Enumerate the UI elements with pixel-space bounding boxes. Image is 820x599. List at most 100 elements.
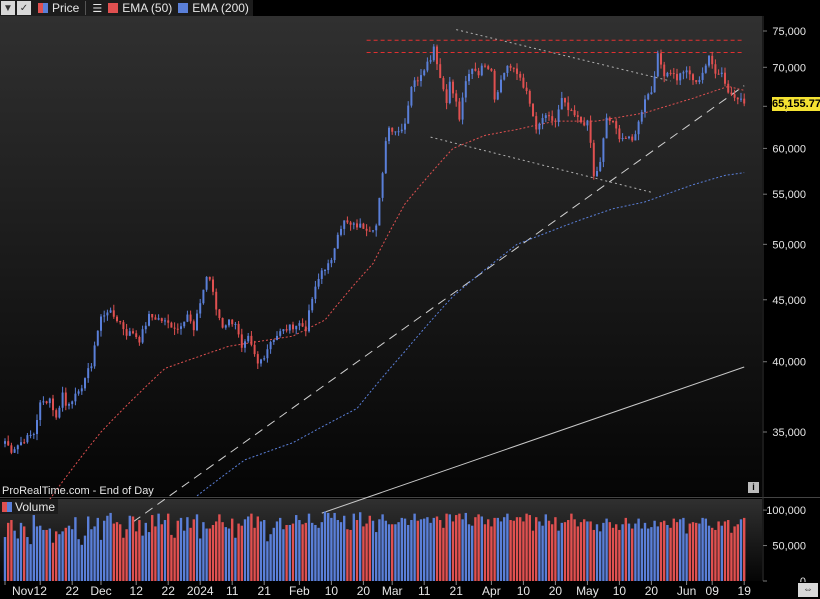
x-tick-label: Feb [289, 584, 310, 598]
candle-body [452, 81, 454, 94]
candle-body [570, 110, 573, 112]
candle-body [327, 263, 330, 271]
candle-body [410, 86, 413, 106]
candle-body [186, 314, 189, 322]
volume-bar [615, 524, 618, 581]
volume-bar [349, 529, 352, 581]
volume-bar [58, 534, 61, 581]
candle-body [375, 225, 378, 231]
candle-body [557, 109, 560, 122]
volume-bar [295, 515, 298, 581]
menu-icon[interactable]: ▼ [1, 1, 15, 15]
volume-bar [698, 523, 701, 581]
candle-body [573, 110, 576, 116]
candle-body [74, 393, 77, 402]
candle-body [317, 278, 320, 287]
volume-bar [304, 522, 307, 581]
volume-bar [106, 515, 109, 581]
x-tick-label: Apr [482, 584, 501, 598]
candle-body [39, 402, 42, 421]
volume-bar [231, 518, 234, 581]
candle-body [615, 121, 618, 129]
chart-legend: ▼ ✓ Price ☰ EMA (50) EMA (200) [0, 0, 253, 16]
volume-bar [179, 517, 183, 581]
candle-body [535, 116, 538, 130]
candle-body [576, 115, 579, 117]
candle-body [698, 79, 701, 83]
candle-body [26, 435, 29, 443]
x-tick-label: 2024 [187, 584, 214, 598]
candle-body [493, 70, 496, 100]
volume-bar [506, 513, 509, 581]
scroll-arrows-icon[interactable]: ⇔ [798, 583, 818, 597]
volume-bar [35, 526, 39, 581]
volume-bar [266, 541, 269, 581]
candle-body [599, 161, 602, 172]
volume-bar [288, 524, 291, 581]
volume-bar [365, 523, 368, 581]
candle-body [445, 89, 448, 103]
indicators-list-icon[interactable]: ☰ [92, 2, 102, 15]
volume-bar [723, 521, 727, 581]
legend-ema200[interactable]: EMA (200) [178, 1, 249, 15]
candle-body [701, 72, 704, 80]
volume-bar [477, 514, 480, 581]
volume-bar [311, 522, 314, 581]
volume-bar [605, 518, 608, 581]
candle-body [157, 318, 160, 320]
candle-body [10, 445, 13, 453]
expand-icon[interactable]: ✓ [17, 1, 31, 15]
volume-bar [381, 514, 384, 581]
legend-ema50[interactable]: EMA (50) [108, 1, 172, 15]
candle-body [656, 53, 659, 77]
candle-body [506, 65, 509, 73]
volume-bar [90, 529, 93, 581]
candle-body [100, 316, 102, 331]
volume-bar [320, 522, 323, 581]
volume-bar [672, 518, 675, 581]
candle-body [631, 136, 634, 141]
candle-body [388, 127, 390, 142]
candle-body [349, 222, 352, 225]
candle-body [666, 72, 669, 77]
volume-bar [240, 525, 243, 581]
y-tick-label: 75,000 [772, 26, 806, 38]
candle-body [7, 441, 10, 446]
candle-body [96, 330, 99, 346]
candle-body [234, 323, 237, 325]
candle-body [192, 321, 195, 331]
candle-body [551, 116, 554, 121]
candle-body [42, 401, 45, 403]
legend-divider [85, 1, 87, 15]
volume-bar [87, 516, 90, 581]
volume-bar [314, 524, 317, 581]
volume-bar [77, 539, 80, 581]
volume-bar [237, 523, 240, 581]
legend-price[interactable]: Price [38, 1, 79, 15]
volume-bar [451, 521, 455, 581]
volume-bar [227, 528, 231, 581]
volume-bar [71, 529, 74, 581]
volume-bar [576, 526, 579, 581]
volume-bar [551, 524, 554, 581]
volume-bar [80, 544, 83, 581]
volume-bar [234, 537, 237, 581]
ema200-swatch [178, 3, 189, 13]
x-tick-label: 10 [613, 584, 627, 598]
volume-bar [141, 535, 144, 581]
candle-body [644, 99, 646, 113]
x-tick-label: 10 [325, 584, 339, 598]
volume-bar [455, 515, 458, 581]
volume-bar [135, 531, 138, 581]
volume-bar [474, 517, 477, 581]
volume-bar [103, 520, 106, 581]
candle-body [429, 60, 432, 62]
info-icon[interactable]: i [748, 482, 759, 493]
candle-body [170, 322, 173, 328]
volume-bar [554, 517, 557, 581]
volume-bar [730, 532, 733, 581]
candle-body [676, 73, 678, 81]
candle-body [477, 70, 480, 76]
chart-canvas[interactable]: 75,00070,00065,00060,00055,00050,00045,0… [0, 0, 820, 599]
candle-body [119, 321, 122, 323]
